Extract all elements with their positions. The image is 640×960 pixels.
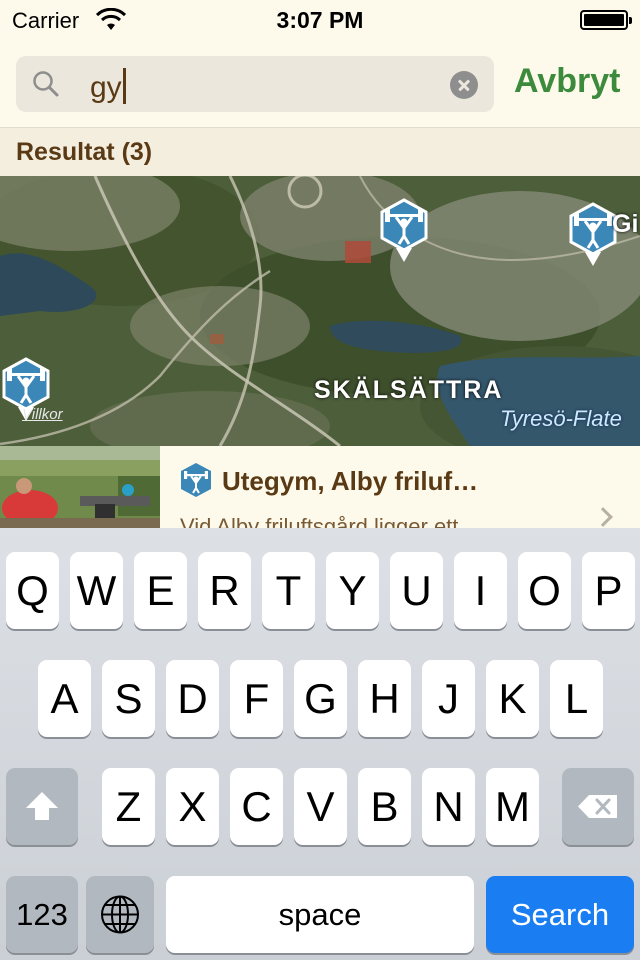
chevron-right-icon: [593, 507, 613, 527]
results-count-label: Resultat (3): [16, 138, 153, 166]
key-s[interactable]: S: [102, 660, 155, 737]
shift-key[interactable]: [6, 768, 78, 845]
search-input-value: gy: [90, 68, 126, 105]
search-input[interactable]: gy: [16, 56, 494, 112]
text-cursor: [122, 68, 126, 104]
key-q[interactable]: Q: [6, 552, 59, 629]
key-o[interactable]: O: [518, 552, 571, 629]
shift-arrow-icon: [26, 792, 58, 820]
key-f[interactable]: F: [230, 660, 283, 737]
key-i[interactable]: I: [454, 552, 507, 629]
map-terms-link[interactable]: Villkor: [22, 406, 63, 423]
cancel-button[interactable]: Avbryt: [514, 62, 620, 101]
key-m[interactable]: M: [486, 768, 539, 845]
result-title: Utegym, Alby friluf…: [222, 466, 479, 496]
key-v[interactable]: V: [294, 768, 347, 845]
key-k[interactable]: K: [486, 660, 539, 737]
key-g[interactable]: G: [294, 660, 347, 737]
key-r[interactable]: R: [198, 552, 251, 629]
key-x[interactable]: X: [166, 768, 219, 845]
clock: 3:07 PM: [276, 7, 364, 33]
result-description: Vid Alby friluftsgård ligger ett: [180, 514, 459, 528]
space-key[interactable]: space: [166, 876, 474, 953]
key-z[interactable]: Z: [102, 768, 155, 845]
key-h[interactable]: H: [358, 660, 411, 737]
key-u[interactable]: U: [390, 552, 443, 629]
status-bar: Carrier 3:07 PM: [0, 0, 640, 40]
search-value-text: gy: [90, 71, 122, 104]
gym-pin-icon[interactable]: [378, 198, 430, 264]
key-t[interactable]: T: [262, 552, 315, 629]
map-place-label: SKÄLSÄTTRA: [314, 376, 504, 404]
search-key[interactable]: Search: [486, 876, 634, 953]
key-j[interactable]: J: [422, 660, 475, 737]
key-b[interactable]: B: [358, 768, 411, 845]
clear-icon[interactable]: [450, 71, 478, 99]
search-bar: gy Avbryt: [0, 40, 640, 128]
key-a[interactable]: A: [38, 660, 91, 737]
key-c[interactable]: C: [230, 768, 283, 845]
battery-icon: [580, 10, 632, 30]
globe-icon: [101, 895, 139, 934]
result-list-item[interactable]: Utegym, Alby friluf… Vid Alby friluftsgå…: [0, 446, 640, 528]
numbers-key[interactable]: 123: [6, 876, 78, 953]
keyboard: Q W E R T Y U I O P A S D F G H J K L Z …: [0, 528, 640, 960]
gym-icon: [181, 463, 211, 497]
key-w[interactable]: W: [70, 552, 123, 629]
key-e[interactable]: E: [134, 552, 187, 629]
map-water-label: Tyresö-Flate: [500, 406, 622, 431]
backspace-key[interactable]: [562, 768, 634, 845]
results-header: Resultat (3): [0, 128, 640, 176]
key-n[interactable]: N: [422, 768, 475, 845]
key-d[interactable]: D: [166, 660, 219, 737]
search-icon: [33, 71, 59, 97]
key-y[interactable]: Y: [326, 552, 379, 629]
map-edge-label: Gi: [612, 210, 639, 238]
key-p[interactable]: P: [582, 552, 635, 629]
key-l[interactable]: L: [550, 660, 603, 737]
backspace-icon: [578, 795, 617, 818]
globe-key[interactable]: [86, 876, 154, 953]
result-thumbnail: [0, 446, 160, 528]
